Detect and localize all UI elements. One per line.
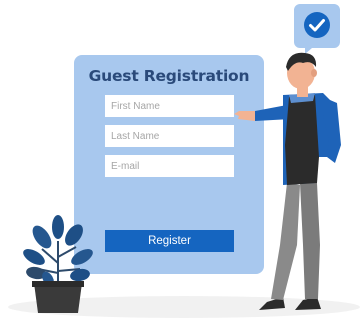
first-name-input[interactable] [105,95,234,117]
register-button[interactable]: Register [105,230,234,252]
check-circle-icon [304,12,330,38]
registration-illustration: Guest Registration Register [0,0,363,320]
person-illustration [234,52,341,310]
potted-plant-illustration [23,215,93,313]
last-name-input[interactable] [105,125,234,147]
email-input[interactable] [105,155,234,177]
